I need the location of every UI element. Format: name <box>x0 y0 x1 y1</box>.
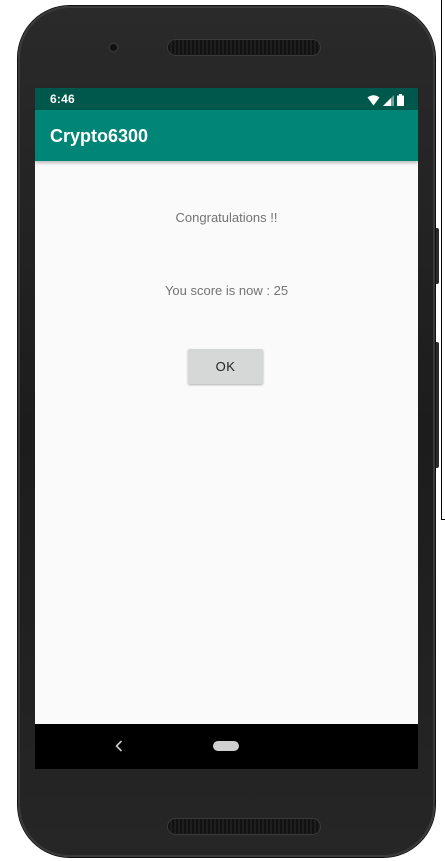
status-icons <box>367 92 404 106</box>
ok-button[interactable]: OK <box>188 349 263 384</box>
emulator-stage: 6:46 Crypto6300 Congratulations !! You s… <box>0 0 445 861</box>
app-title: Crypto6300 <box>50 126 149 146</box>
back-icon[interactable] <box>110 736 128 756</box>
battery-icon <box>397 94 404 106</box>
status-time: 6:46 <box>50 92 75 106</box>
status-bar: 6:46 <box>35 88 418 110</box>
congratulations-message: Congratulations !! <box>175 210 278 225</box>
app-toolbar: Crypto6300 <box>35 110 418 161</box>
wifi-icon <box>367 95 380 106</box>
window-edge-corner <box>441 519 445 520</box>
phone-screen: 6:46 Crypto6300 Congratulations !! You s… <box>35 88 418 769</box>
cell-signal-icon <box>383 95 394 106</box>
window-edge <box>441 0 442 520</box>
navigation-bar <box>35 724 418 769</box>
front-camera-icon <box>108 42 119 53</box>
score-text: You score is now : 25 <box>164 283 289 298</box>
top-speaker-grille <box>168 40 320 55</box>
home-icon[interactable] <box>213 741 239 751</box>
bottom-speaker-grille <box>168 819 320 834</box>
